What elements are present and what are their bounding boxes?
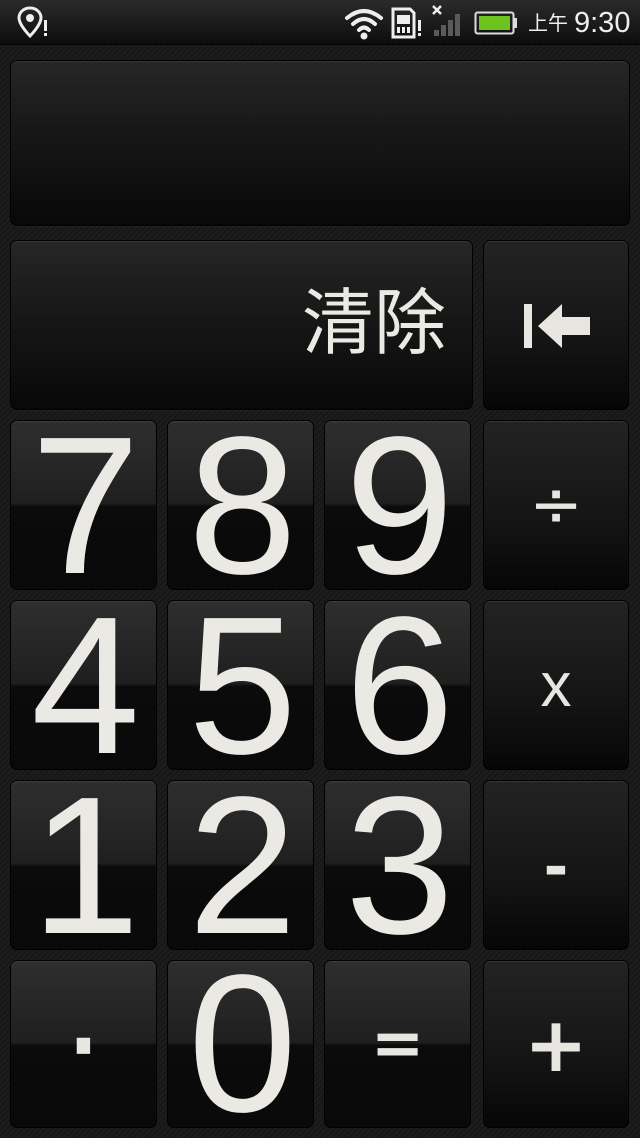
digit-1-button[interactable]: 1 — [10, 780, 157, 950]
digit-8-button[interactable]: 8 — [167, 420, 314, 590]
minus-label: - — [544, 825, 568, 905]
digit-9-label: 9 — [344, 420, 454, 590]
plus-label: + — [524, 999, 588, 1089]
clear-button-label: 清除 — [301, 281, 446, 365]
divide-label: ÷ — [529, 468, 583, 542]
digit-6-button[interactable]: 6 — [324, 600, 471, 770]
digit-4-button[interactable]: 4 — [10, 600, 157, 770]
digit-7-label: 7 — [30, 420, 140, 590]
plus-button[interactable]: + — [483, 960, 629, 1128]
digit-2-button[interactable]: 2 — [167, 780, 314, 950]
am-pm-label: 上午 — [528, 13, 568, 35]
digit-2-label: 2 — [187, 780, 297, 950]
digit-9-button[interactable]: 9 — [324, 420, 471, 590]
digit-5-label: 5 — [187, 600, 297, 770]
equals-button[interactable]: = — [324, 960, 471, 1128]
status-bar: 上午 9:30 — [0, 0, 640, 45]
backspace-button[interactable] — [483, 240, 629, 410]
equals-label: = — [370, 1007, 425, 1081]
clock-time: 9:30 — [574, 7, 631, 39]
battery-icon — [474, 11, 517, 35]
decimal-button[interactable]: · — [10, 960, 157, 1128]
clear-button[interactable]: 清除 — [10, 240, 473, 410]
no-signal-icon — [432, 5, 460, 36]
location-alert-icon — [17, 6, 47, 38]
multiply-button[interactable]: x — [483, 600, 629, 770]
minus-button[interactable]: - — [483, 780, 629, 950]
divide-button[interactable]: ÷ — [483, 420, 629, 590]
digit-5-button[interactable]: 5 — [167, 600, 314, 770]
wifi-icon — [345, 9, 383, 40]
digit-3-button[interactable]: 3 — [324, 780, 471, 950]
digit-1-label: 1 — [30, 780, 140, 950]
multiply-label: x — [540, 650, 572, 720]
digit-4-label: 4 — [30, 600, 140, 770]
storage-alert-icon — [391, 7, 421, 39]
result-display — [10, 60, 630, 226]
digit-7-button[interactable]: 7 — [10, 420, 157, 590]
backspace-arrow-icon — [524, 304, 590, 348]
digit-8-label: 8 — [187, 420, 297, 590]
digit-6-label: 6 — [344, 600, 454, 770]
digit-3-label: 3 — [344, 780, 454, 950]
digit-0-label: 0 — [187, 960, 297, 1128]
digit-0-button[interactable]: 0 — [167, 960, 314, 1128]
decimal-label: · — [62, 970, 105, 1122]
